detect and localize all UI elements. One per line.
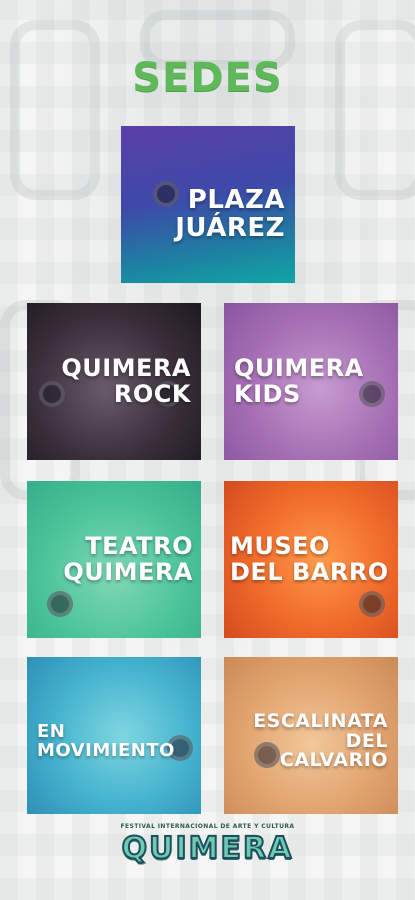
venue-label: MUSEO DEL BARRO	[230, 532, 389, 586]
venue-label: PLAZA JUÁREZ	[175, 185, 285, 243]
venue-tile-quimera-kids[interactable]: QUIMERA KIDS	[224, 303, 398, 460]
creature-eye-icon	[47, 591, 73, 617]
venue-tile-en-movimiento[interactable]: EN MOVIMIENTO	[27, 657, 201, 814]
logo-subtitle: FESTIVAL INTERNACIONAL DE ARTE Y CULTURA	[120, 823, 295, 830]
venue-label: QUIMERA ROCK	[61, 354, 191, 408]
logo-wordmark: QUIMERA	[121, 830, 294, 867]
festival-logo: FESTIVAL INTERNACIONAL DE ARTE Y CULTURA…	[0, 823, 415, 867]
venue-label: QUIMERA KIDS	[234, 354, 364, 408]
decorative-glyph	[10, 20, 100, 200]
venue-tile-quimera-rock[interactable]: QUIMERA ROCK	[27, 303, 201, 460]
page-title: SEDES	[132, 55, 283, 101]
venue-tile-museo-del-barro[interactable]: MUSEO DEL BARRO	[224, 481, 398, 638]
venue-label: TEATRO QUIMERA	[63, 532, 193, 586]
venue-label: ESCALINATA DEL CALVARIO	[253, 709, 388, 772]
venue-label: EN MOVIMIENTO	[37, 720, 175, 761]
creature-eye-icon	[359, 591, 385, 617]
venue-tile-plaza-juarez[interactable]: PLAZA JUÁREZ	[121, 126, 295, 283]
venue-tile-escalinata-del-calvario[interactable]: ESCALINATA DEL CALVARIO	[224, 657, 398, 814]
venue-tile-teatro-quimera[interactable]: TEATRO QUIMERA	[27, 481, 201, 638]
decorative-glyph	[335, 20, 415, 200]
